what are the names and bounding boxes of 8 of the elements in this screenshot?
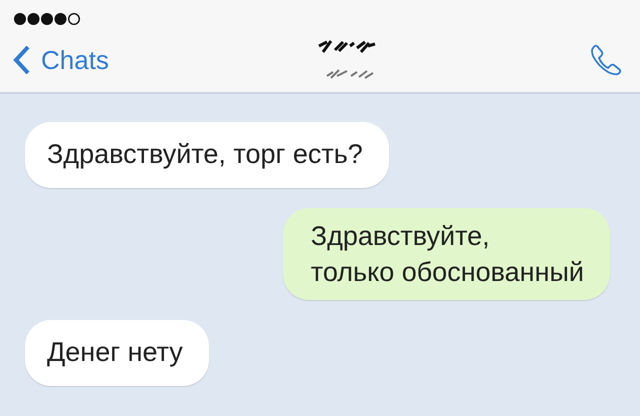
message-bubble: Здравствуйте, торг есть? (25, 122, 389, 188)
chevron-icon (13, 45, 31, 75)
back-label: Chats (41, 44, 109, 76)
back-button[interactable]: Chats (13, 44, 109, 76)
phone-icon[interactable] (590, 44, 622, 76)
message-bubble: Здравствуйте, только обоснованный (282, 208, 610, 300)
message-bubble: Денег нету (25, 320, 209, 386)
signal-icon (13, 12, 81, 26)
